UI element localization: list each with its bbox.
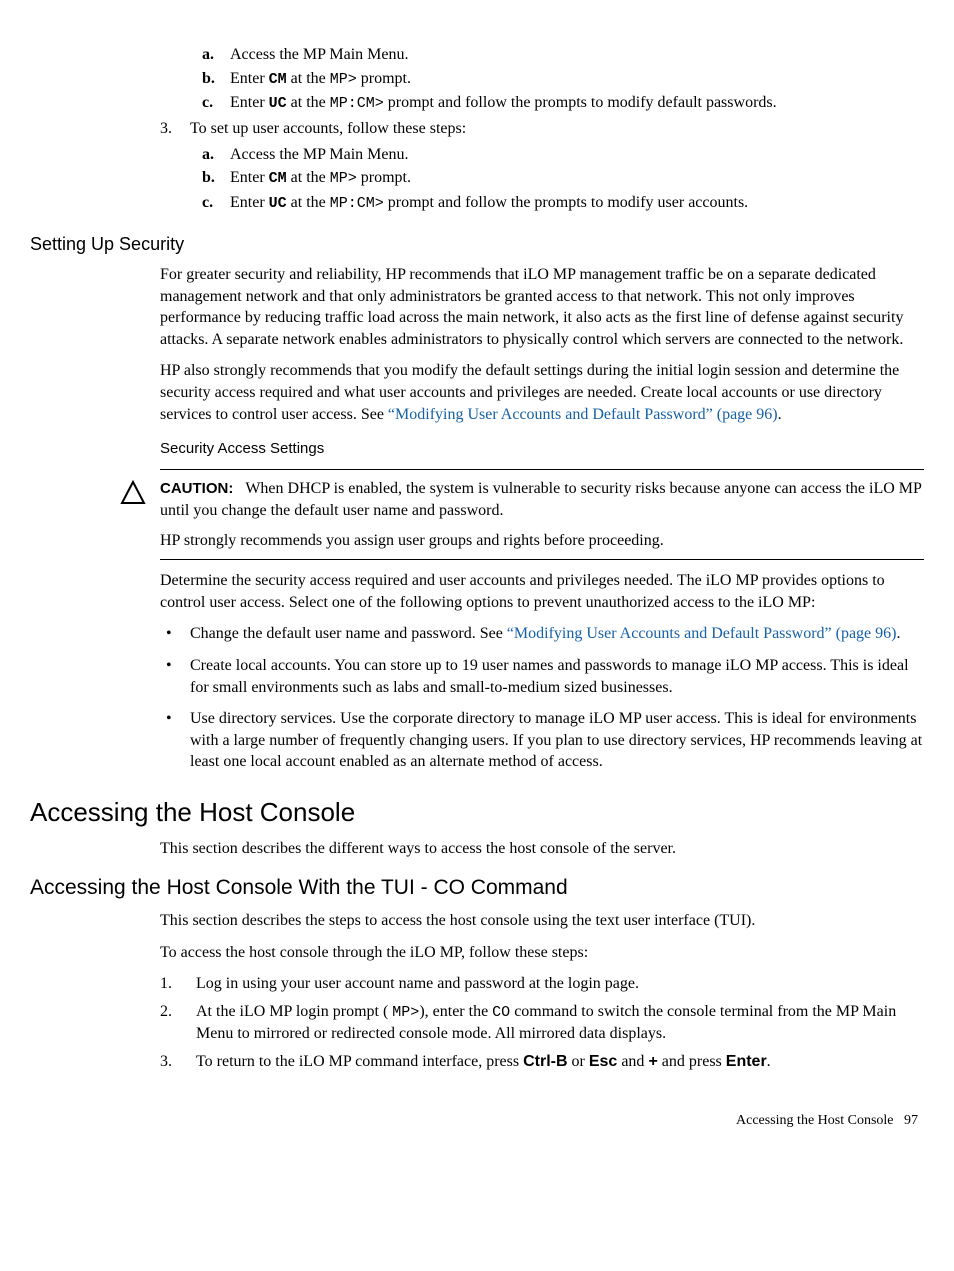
substep: b.Enter CM at the MP> prompt. (202, 167, 924, 189)
security-body: For greater security and reliability, HP… (160, 264, 924, 425)
step: 2. At the iLO MP login prompt ( MP>), ent… (160, 1001, 924, 1045)
substep-text: Enter UC at the MP:CM> prompt and follow… (230, 94, 777, 111)
caution-box: CAUTION: When DHCP is enabled, the syste… (160, 469, 924, 560)
step-3: 3.To set up user accounts, follow these … (160, 118, 924, 214)
paragraph: Determine the security access required a… (160, 570, 924, 613)
substep: c.Enter UC at the MP:CM> prompt and foll… (202, 192, 924, 214)
list-item: Use directory services. Use the corporat… (160, 708, 924, 773)
caution-icon (120, 480, 146, 513)
substep-label: a. (202, 144, 230, 166)
paragraph: To access the host console through the i… (160, 942, 924, 964)
caution-p1: CAUTION: When DHCP is enabled, the syste… (160, 478, 924, 521)
substep-text: Access the MP Main Menu. (230, 146, 409, 163)
footer-section: Accessing the Host Console (736, 1113, 893, 1128)
substeps-passwords: a.Access the MP Main Menu. b.Enter CM at… (202, 44, 924, 114)
step-number: 1. (160, 973, 190, 995)
heading-setting-up-security: Setting Up Security (30, 232, 924, 256)
step-text: At the iLO MP login prompt ( MP>), enter… (196, 1003, 896, 1042)
h1-body: This section describes the different way… (160, 838, 924, 860)
step: 1. Log in using your user account name an… (160, 973, 924, 995)
caution-label: CAUTION: (160, 480, 233, 497)
step: 3. To return to the iLO MP command interf… (160, 1051, 924, 1073)
substep-text: Access the MP Main Menu. (230, 46, 409, 63)
substep: a.Access the MP Main Menu. (202, 44, 924, 66)
paragraph: This section describes the different way… (160, 838, 924, 860)
substep: b.Enter CM at the MP> prompt. (202, 68, 924, 90)
heading-security-access-settings: Security Access Settings (160, 439, 924, 459)
step-number: 2. (160, 1001, 190, 1023)
step-number: 3. (160, 1051, 190, 1073)
caution-p2: HP strongly recommends you assign user g… (160, 530, 924, 552)
substep-label: a. (202, 44, 230, 66)
link-modifying-user-accounts[interactable]: “Modifying User Accounts and Default Pas… (388, 406, 778, 423)
substep-label: b. (202, 68, 230, 90)
heading-accessing-host-console-tui: Accessing the Host Console With the TUI … (30, 874, 924, 902)
list-item: Change the default user name and passwor… (160, 623, 924, 645)
paragraph: HP also strongly recommends that you mod… (160, 360, 924, 425)
link-modifying-user-accounts[interactable]: “Modifying User Accounts and Default Pas… (507, 625, 897, 642)
substeps-users: a.Access the MP Main Menu. b.Enter CM at… (202, 144, 924, 214)
main-steps: 3.To set up user accounts, follow these … (160, 118, 924, 214)
substep: c.Enter UC at the MP:CM> prompt and foll… (202, 92, 924, 114)
heading-accessing-host-console: Accessing the Host Console (30, 795, 924, 830)
step-text: To set up user accounts, follow these st… (190, 120, 466, 137)
step-text: To return to the iLO MP command interfac… (196, 1053, 771, 1070)
substep: a.Access the MP Main Menu. (202, 144, 924, 166)
substep-text: Enter UC at the MP:CM> prompt and follow… (230, 194, 748, 211)
substep-label: c. (202, 92, 230, 114)
access-steps: 1. Log in using your user account name an… (160, 973, 924, 1072)
paragraph: This section describes the steps to acce… (160, 910, 924, 932)
footer-page-number: 97 (904, 1113, 918, 1128)
paragraph: For greater security and reliability, HP… (160, 264, 924, 350)
h2-body: This section describes the steps to acce… (160, 910, 924, 963)
step-text: Log in using your user account name and … (196, 975, 639, 992)
page-footer: Accessing the Host Console 97 (30, 1112, 924, 1131)
substep-label: c. (202, 192, 230, 214)
substep-label: b. (202, 167, 230, 189)
list-item: Create local accounts. You can store up … (160, 655, 924, 698)
substep-text: Enter CM at the MP> prompt. (230, 70, 411, 87)
step-number: 3. (160, 118, 190, 140)
determine-block: Determine the security access required a… (160, 570, 924, 613)
access-options: Change the default user name and passwor… (160, 623, 924, 773)
substep-text: Enter CM at the MP> prompt. (230, 169, 411, 186)
